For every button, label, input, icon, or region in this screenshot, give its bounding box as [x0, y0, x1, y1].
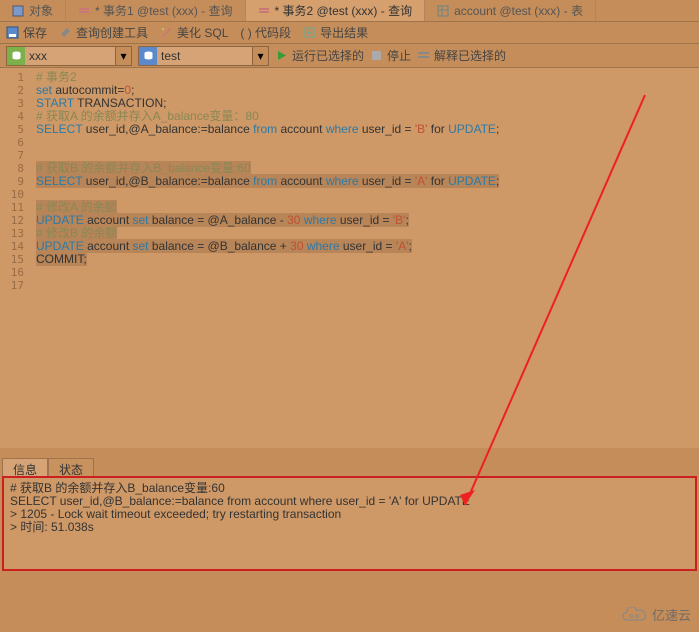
tab-object[interactable]: 对象: [0, 0, 66, 21]
tab-status[interactable]: 状态: [48, 458, 94, 476]
watermark-text: 亿速云: [652, 605, 691, 624]
line-num: 13: [0, 227, 30, 240]
tab-query-2[interactable]: * 事务2 @test (xxx) - 查询: [246, 0, 426, 21]
chevron-down-icon[interactable]: ▾: [252, 47, 268, 65]
qbuilder-label: 查询创建工具: [76, 24, 148, 41]
object-icon: [12, 5, 24, 17]
line-num: 3: [0, 97, 30, 110]
output-panel: # 获取B 的余额并存入B_balance变量:60 SELECT user_i…: [2, 476, 697, 571]
export-icon: [303, 26, 316, 39]
connection-bar: ▾ ▾ 运行已选择的 停止 解释已选择的: [0, 44, 699, 68]
line-num: 15: [0, 253, 30, 266]
db-icon: [7, 47, 25, 65]
run-selected-button[interactable]: 运行已选择的: [275, 47, 364, 64]
file-tabs: 对象 * 事务1 @test (xxx) - 查询 * 事务2 @test (x…: [0, 0, 699, 22]
beautify-sql-button[interactable]: 美化 SQL: [160, 24, 228, 41]
export-results-button[interactable]: 导出结果: [303, 24, 368, 41]
tab-query-1[interactable]: * 事务1 @test (xxx) - 查询: [66, 0, 246, 21]
query-builder-button[interactable]: 查询创建工具: [59, 24, 148, 41]
line-num: 6: [0, 136, 30, 149]
wand-icon: [160, 26, 173, 39]
schema-selector[interactable]: ▾: [138, 46, 269, 66]
table-icon: [437, 5, 449, 17]
comment: # 获取A 的余额并存入A_balance变量：80: [36, 109, 259, 123]
comment: # 修改B 的余额: [36, 226, 117, 240]
cloud-icon: [620, 607, 648, 623]
tab-label: 对象: [29, 2, 53, 19]
line-num: 2: [0, 84, 30, 97]
run-label: 运行已选择的: [292, 47, 364, 64]
sql-editor[interactable]: 1 2 3 4 5 6 7 8 9 10 11 12 13 14 15 16 1…: [0, 68, 699, 448]
play-icon: [275, 49, 288, 62]
db-input[interactable]: [25, 47, 115, 65]
tab-label: account @test (xxx) - 表: [454, 2, 583, 19]
codegen-label: ( ) 代码段: [240, 24, 291, 41]
line-num: 12: [0, 214, 30, 227]
save-icon: [6, 26, 19, 39]
tab-label: * 事务2 @test (xxx) - 查询: [275, 2, 413, 19]
query-icon: [258, 5, 270, 17]
comment: # 修改A 的余额: [36, 200, 117, 214]
line-num: 14: [0, 240, 30, 253]
line-num: 10: [0, 188, 30, 201]
comment: # 获取B 的余额并存入B_balance变量:60: [36, 161, 251, 175]
comment: # 事务2: [36, 70, 77, 84]
line-num: 9: [0, 175, 30, 188]
line-num: 17: [0, 279, 30, 292]
save-button[interactable]: 保存: [6, 24, 47, 41]
hammer-icon: [59, 26, 72, 39]
line-num: 16: [0, 266, 30, 279]
watermark: 亿速云: [620, 605, 691, 624]
explain-label: 解释已选择的: [434, 47, 506, 64]
line-gutter: 1 2 3 4 5 6 7 8 9 10 11 12 13 14 15 16 1…: [0, 68, 30, 448]
code-snippet-button[interactable]: ( ) 代码段: [240, 24, 291, 41]
tab-label: * 事务1 @test (xxx) - 查询: [95, 2, 233, 19]
output-line: > 1205 - Lock wait timeout exceeded; try…: [10, 508, 689, 521]
export-label: 导出结果: [320, 24, 368, 41]
chevron-down-icon[interactable]: ▾: [115, 47, 131, 65]
schema-input[interactable]: [157, 47, 252, 65]
schema-icon: [139, 47, 157, 65]
stop-icon: [370, 49, 383, 62]
tab-table-account[interactable]: account @test (xxx) - 表: [425, 0, 596, 21]
output-line: > 时间: 51.038s: [10, 521, 689, 534]
beautify-label: 美化 SQL: [177, 24, 228, 41]
line-num: 8: [0, 162, 30, 175]
line-num: 5: [0, 123, 30, 136]
stop-button[interactable]: 停止: [370, 47, 411, 64]
explain-selected-button[interactable]: 解释已选择的: [417, 47, 506, 64]
output-tabs: 信息 状态: [2, 458, 699, 476]
line-num: 4: [0, 110, 30, 123]
query-icon: [78, 5, 90, 17]
code-area[interactable]: # 事务2 set autocommit=0; START TRANSACTIO…: [30, 68, 699, 448]
stop-label: 停止: [387, 47, 411, 64]
save-label: 保存: [23, 24, 47, 41]
tab-info[interactable]: 信息: [2, 458, 48, 476]
line-num: 11: [0, 201, 30, 214]
line-num: 7: [0, 149, 30, 162]
line-num: 1: [0, 71, 30, 84]
explain-icon: [417, 49, 430, 62]
db-selector[interactable]: ▾: [6, 46, 132, 66]
toolbar: 保存 查询创建工具 美化 SQL ( ) 代码段 导出结果: [0, 22, 699, 44]
